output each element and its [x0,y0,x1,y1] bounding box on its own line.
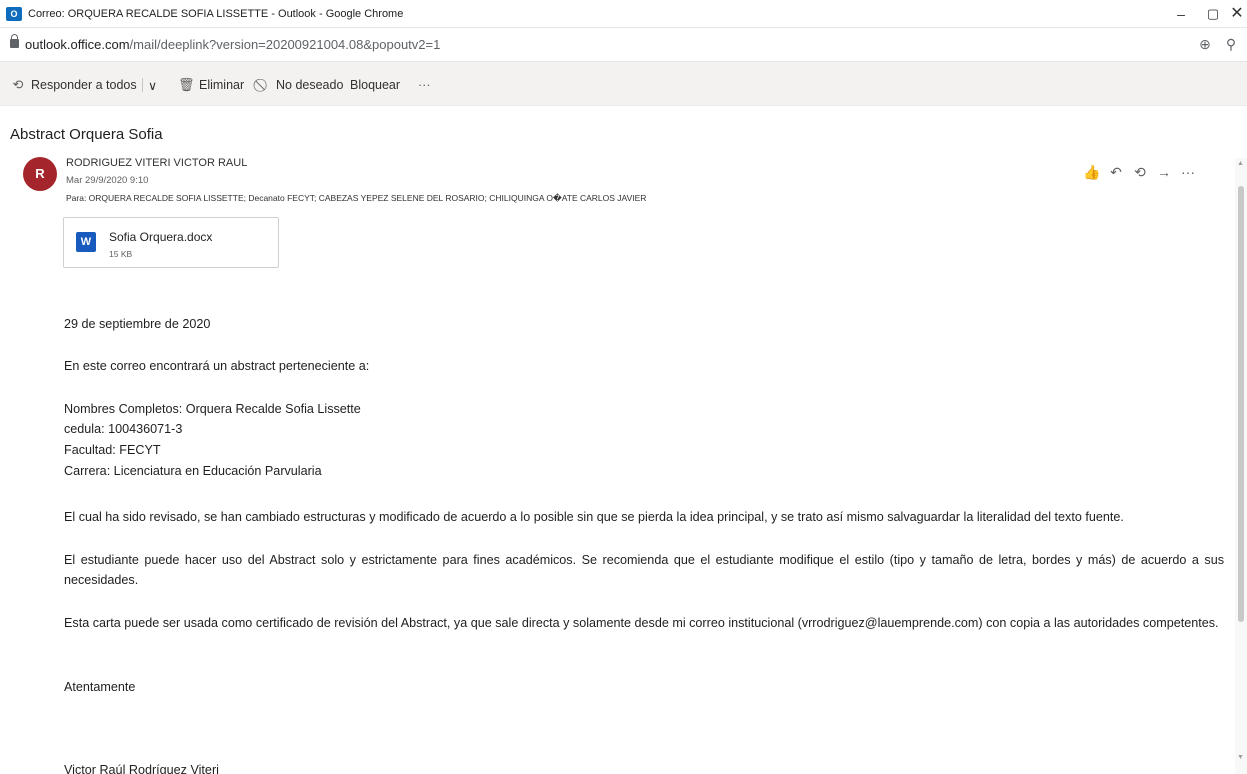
browser-title-bar: O Correo: ORQUERA RECALDE SOFIA LISSETTE… [0,0,1247,28]
reply-all-icon[interactable]: ⟲ [1128,164,1152,184]
url-host: outlook.office.com [25,37,130,52]
block-button[interactable]: Bloquear [350,76,400,94]
block-circle-icon: ⃠ [255,77,271,93]
reply-all-label: Responder a todos [31,78,137,92]
more-icon: ··· [418,78,431,92]
command-separator [142,78,143,92]
url-path: /mail/deeplink?version=20200921004.08&po… [129,37,441,52]
reply-icon[interactable]: ↶ [1104,164,1128,184]
chevron-down-icon: ∨ [148,78,158,93]
message-date: Mar 29/9/2020 9:10 [66,175,149,186]
reply-all-button[interactable]: ⟲ Responder a todos [10,76,137,94]
reply-options-dropdown[interactable]: ∨ [148,76,157,94]
body-cedula: cedula: 100436071-3 [64,422,183,436]
window-title: Correo: ORQUERA RECALDE SOFIA LISSETTE -… [28,8,404,20]
minimize-button[interactable]: – [1166,3,1196,25]
body-paragraph-3: Esta carta puede ser usada como certific… [64,616,1219,630]
attachment-name: Sofia Orquera.docx [109,230,213,244]
address-bar[interactable]: outlook.office.com/mail/deeplink?version… [0,28,1247,62]
forward-icon[interactable]: → [1152,164,1176,184]
scroll-thumb[interactable] [1238,186,1244,622]
message-actions: 👍 ↶ ⟲ → ··· [1080,164,1200,184]
body-signature: Victor Raúl Rodríguez Viteri [64,763,219,774]
zoom-icon[interactable]: ⊕ [1196,35,1214,53]
more-icon[interactable]: ··· [1176,164,1200,184]
search-icon[interactable]: ⚲ [1222,35,1240,53]
command-bar: ⟲ Responder a todos ∨ 🗑 Eliminar ⃠ No desea… [0,62,1247,106]
attachment-size: 15 KB [109,249,133,259]
lock-icon[interactable] [10,34,19,48]
scroll-down-icon[interactable]: ▼ [1237,754,1244,761]
more-actions-button[interactable]: ··· [418,76,431,94]
delete-label: Eliminar [199,78,245,92]
sender-name[interactable]: RODRIGUEZ VITERI VICTOR RAUL [66,157,247,169]
reply-all-icon: ⟲ [12,77,24,92]
recipients-line: Para: ORQUERA RECALDE SOFIA LISSETTE; De… [66,193,647,203]
message-subject: Abstract Orquera Sofia [10,126,163,143]
body-paragraph-1: El cual ha sido revisado, se han cambiad… [64,510,1124,524]
close-window-button[interactable]: ✕ [1222,3,1247,25]
body-intro: En este correo encontrará un abstract pe… [64,359,370,373]
body-career: Carrera: Licenciatura en Educación Parvu… [64,464,322,478]
block-label: Bloquear [350,78,401,92]
delete-button[interactable]: 🗑 Eliminar [178,76,244,94]
scroll-up-icon[interactable]: ▲ [1237,160,1244,167]
url-text[interactable]: outlook.office.com/mail/deeplink?version… [25,37,440,52]
attachment-card[interactable]: W Sofia Orquera.docx 15 KB [63,217,279,268]
outlook-app-icon: O [6,7,22,21]
like-icon[interactable]: 👍 [1080,164,1104,184]
word-document-icon: W [76,232,100,252]
scrollbar[interactable]: ▲ ▼ [1235,158,1247,774]
junk-label: No deseado [276,78,344,92]
junk-button[interactable]: ⃠ No deseado [255,76,343,94]
trash-icon: 🗑 [178,77,195,92]
body-date: 29 de septiembre de 2020 [64,317,211,331]
body-paragraph-2: El estudiante puede hacer uso del Abstra… [64,553,1224,587]
body-faculty: Facultad: FECYT [64,443,161,457]
body-closing: Atentamente [64,680,136,694]
avatar[interactable]: R [23,157,57,191]
body-names: Nombres Completos: Orquera Recalde Sofia… [64,402,361,416]
